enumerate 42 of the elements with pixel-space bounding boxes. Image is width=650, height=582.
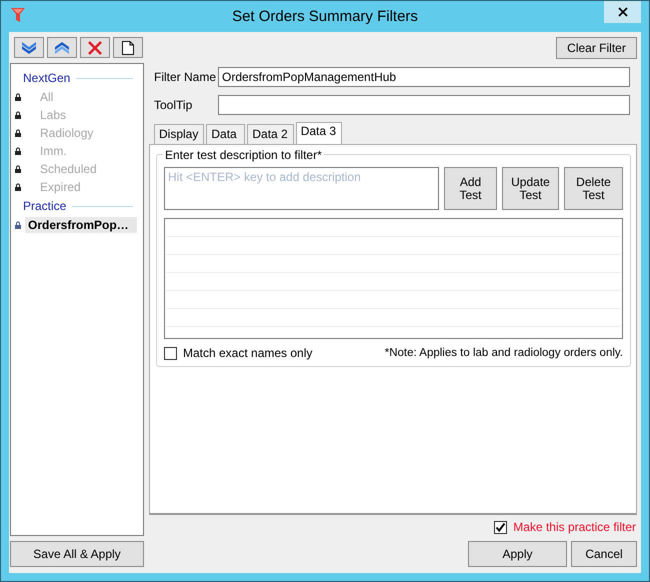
close-icon	[618, 7, 628, 17]
tab[interactable]: Data 3	[296, 122, 342, 144]
tab[interactable]: Data 2	[247, 124, 294, 144]
toolbar-button[interactable]	[113, 37, 143, 58]
padlock-icon	[15, 93, 21, 101]
padlock-icon	[15, 221, 21, 229]
filter-list-item[interactable]: OrdersfromPop…	[25, 217, 137, 233]
field-label: Filter Name	[154, 70, 218, 84]
double-down-arrow-icon	[20, 40, 38, 54]
checkbox[interactable]	[494, 520, 508, 534]
padlock-icon	[15, 147, 21, 155]
padlock-icon	[15, 165, 21, 173]
padlock-icon	[15, 111, 21, 119]
padlock-icon	[15, 183, 21, 191]
note-text: *Note: Applies to lab and radiology orders only.	[384, 347, 623, 359]
delete-icon	[87, 40, 103, 56]
padlock-icon	[15, 129, 21, 137]
group-title: Enter test description to filter*	[163, 148, 324, 162]
text-field[interactable]	[218, 95, 630, 115]
save-all-button[interactable]: Save All & Apply	[10, 541, 144, 567]
apply-button[interactable]: Apply	[468, 541, 567, 567]
checkbox-label: Match exact names only	[183, 346, 314, 360]
new-document-icon	[121, 40, 135, 56]
group-header: NextGen	[23, 71, 70, 85]
funnel-icon	[10, 7, 26, 23]
test-button[interactable]: Update Test	[502, 167, 559, 210]
checkbox-label: Make this practice filter	[513, 520, 636, 534]
text-field[interactable]: OrdersfromPopManagementHub	[218, 67, 630, 87]
test-list[interactable]	[164, 218, 623, 339]
cancel-button[interactable]: Cancel	[571, 541, 637, 567]
double-up-arrow-icon	[53, 40, 71, 54]
description-field[interactable]: Hit <ENTER> key to add description	[164, 167, 439, 210]
window-title: Set Orders Summary Filters	[232, 8, 418, 25]
tab[interactable]: Data	[206, 124, 246, 144]
group-header: Practice	[23, 199, 66, 213]
close-button[interactable]	[604, 1, 641, 23]
tab[interactable]: Display	[154, 124, 204, 144]
clear-filter-button[interactable]: Clear Filter	[556, 37, 637, 59]
test-button[interactable]: Delete Test	[564, 167, 623, 210]
checkbox[interactable]	[164, 346, 177, 360]
field-label: ToolTip	[154, 98, 194, 112]
test-button[interactable]: Add Test	[444, 167, 497, 210]
